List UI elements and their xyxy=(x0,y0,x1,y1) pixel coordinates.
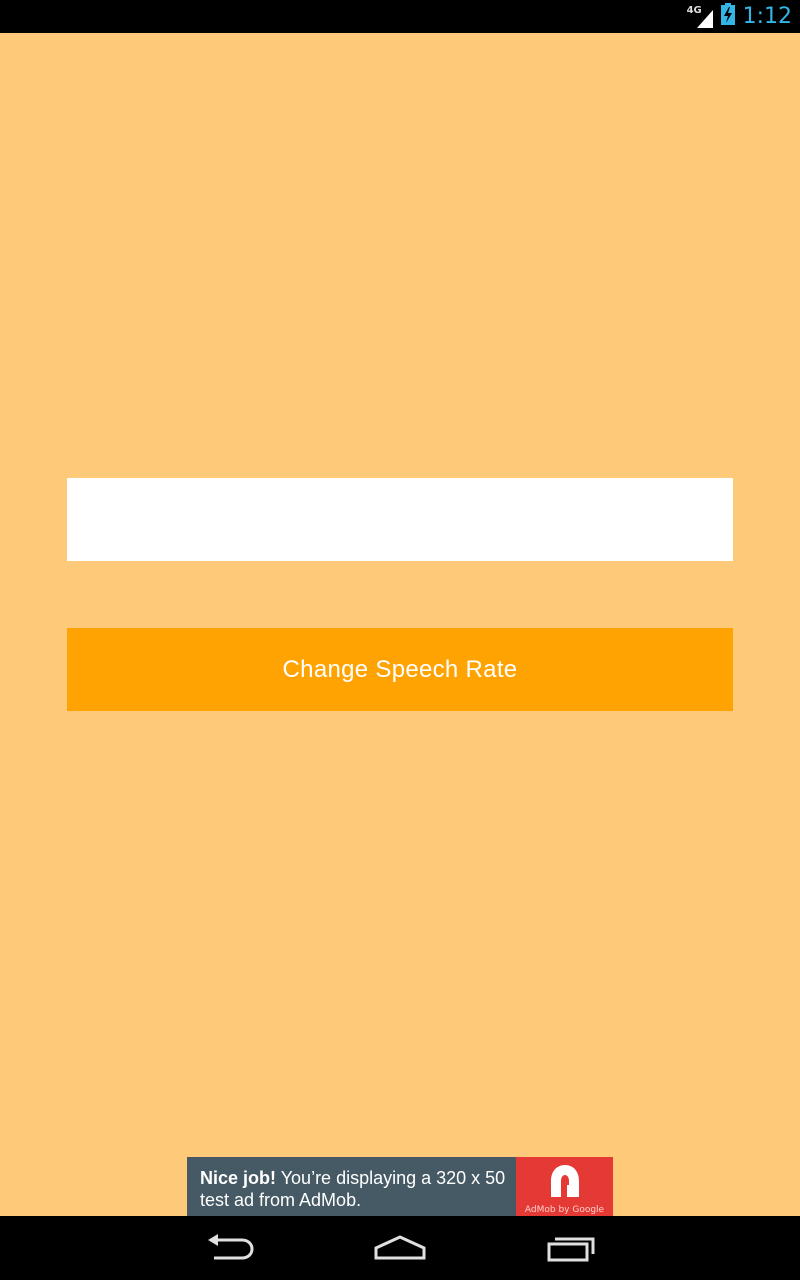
ad-logo-caption: AdMob by Google xyxy=(524,1205,605,1215)
ad-banner[interactable]: Nice job! You’re displaying a 320 x 50 t… xyxy=(187,1157,613,1216)
status-icons: 4G 1:12 xyxy=(687,0,792,33)
app-screen: 4G 1:12 Change Speech Rate Nice job! You… xyxy=(0,0,800,1280)
back-icon xyxy=(208,1234,254,1260)
home-button[interactable] xyxy=(350,1216,450,1280)
recent-apps-icon xyxy=(547,1237,595,1262)
back-button[interactable] xyxy=(180,1216,280,1280)
signal-icon: 4G xyxy=(687,5,713,28)
status-bar: 4G 1:12 xyxy=(0,0,800,33)
change-speech-rate-button[interactable]: Change Speech Rate xyxy=(67,628,733,711)
ad-headline: Nice job! xyxy=(200,1168,277,1188)
battery-charging-icon xyxy=(720,3,735,30)
admob-logo-icon: AdMob by Google xyxy=(516,1157,613,1216)
clock: 1:12 xyxy=(742,4,792,29)
home-icon xyxy=(374,1235,426,1260)
change-speech-rate-label: Change Speech Rate xyxy=(282,655,518,683)
ad-text: Nice job! You’re displaying a 320 x 50 t… xyxy=(200,1167,520,1211)
speech-text-input[interactable] xyxy=(67,478,733,561)
navigation-bar xyxy=(0,1216,800,1280)
recent-apps-button[interactable] xyxy=(521,1216,621,1280)
